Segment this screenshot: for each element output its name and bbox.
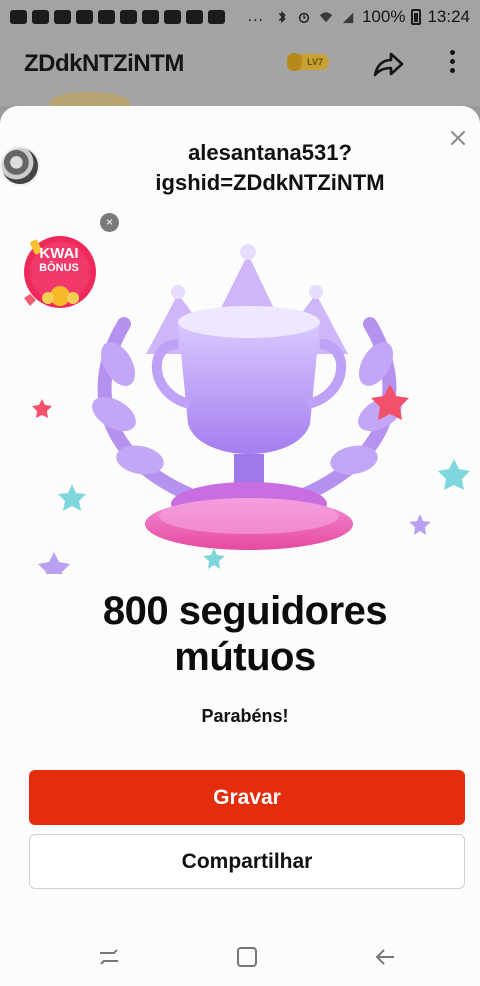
chat-icon [76,10,93,24]
chat-icon [32,10,49,24]
record-button[interactable]: Gravar [29,770,465,825]
home-icon[interactable] [234,944,260,970]
battery-percent: 100% [361,7,406,26]
more-notifications: ... [247,8,264,25]
status-bar: ... 100% 13:24 [0,0,480,34]
clock: 13:24 [427,7,470,26]
chat-icon [54,10,71,24]
signal-icon [342,12,354,24]
achievement-subtitle: Parabéns! [201,706,289,726]
achievement-title: 800 seguidores mútuos [20,588,470,680]
trophy-illustration [32,244,470,574]
achievement-title-line: 800 seguidores [102,589,388,633]
username-line: alesantana531? [188,140,352,165]
back-icon[interactable] [372,944,398,970]
chat-icon [98,10,115,24]
share-icon[interactable] [371,48,407,80]
battery-icon [411,9,422,25]
navigation-bar [0,932,480,986]
bonus-close-icon[interactable]: × [100,213,119,232]
app-icon [142,10,159,24]
app-icon [186,10,203,24]
share-button[interactable]: Compartilhar [29,834,465,889]
username-line: igshid=ZDdkNTZiNTM [155,170,385,195]
achievement-sheet: alesantana531? igshid=ZDdkNTZiNTM × KWAI… [0,106,480,932]
wifi-icon [319,12,333,23]
avatar[interactable] [0,146,40,186]
username: alesantana531? igshid=ZDdkNTZiNTM [60,138,480,198]
app-title: ZDdkNTZiNTM [24,50,184,77]
app-icon [164,10,181,24]
status-right: ... 100% 13:24 [248,7,470,27]
recents-icon[interactable] [96,944,122,970]
app-icon [208,10,225,24]
achievement-title-line: mútuos [174,635,316,679]
more-vertical-icon[interactable] [440,46,464,82]
level-badge[interactable]: LV7 [287,53,329,71]
notification-icons [10,10,225,24]
alarm-icon [298,12,310,23]
chat-icon [120,10,137,24]
chat-icon [10,10,27,24]
bluetooth-icon [278,10,286,24]
